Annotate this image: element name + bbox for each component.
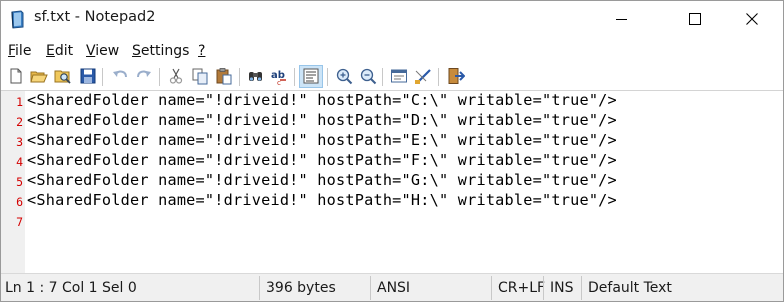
new-file-icon[interactable] (7, 67, 25, 85)
menu-edit[interactable]: Edit (46, 43, 73, 59)
status-separator (370, 276, 371, 300)
menu-view-accelerator: V (86, 43, 96, 59)
line-number: 6 (16, 195, 23, 209)
undo-icon[interactable] (111, 67, 129, 85)
code-line[interactable]: <SharedFolder name="!driveid!" hostPath=… (27, 171, 617, 189)
save-icon[interactable] (79, 67, 97, 85)
word-wrap-icon[interactable] (302, 67, 320, 85)
svg-text:c: c (277, 79, 281, 85)
maximize-icon (689, 13, 701, 25)
zoom-in-icon[interactable] (335, 67, 353, 85)
line-number: 2 (16, 115, 23, 129)
menu-file-label: ile (15, 43, 32, 59)
line-number-gutter: 1 2 3 4 5 6 7 (1, 91, 25, 273)
status-separator (491, 276, 492, 300)
window-title: sf.txt - Notepad2 (34, 9, 156, 25)
title-bar[interactable]: sf.txt - Notepad2 (1, 1, 783, 38)
status-file-size: 396 bytes (266, 280, 336, 296)
toolbar-separator (159, 68, 160, 86)
close-icon (746, 13, 758, 25)
exit-icon[interactable] (447, 67, 465, 85)
find-icon[interactable] (247, 67, 265, 85)
toolbar-separator (294, 68, 295, 86)
line-number: 1 (16, 95, 23, 109)
menu-settings-accelerator: S (132, 43, 141, 59)
minimize-icon (616, 19, 627, 20)
code-line[interactable]: <SharedFolder name="!driveid!" hostPath=… (27, 91, 617, 109)
code-line[interactable]: <SharedFolder name="!driveid!" hostPath=… (27, 111, 617, 129)
menu-help-accelerator: ? (198, 43, 206, 59)
maximize-button[interactable] (672, 1, 718, 38)
status-scheme[interactable]: Default Text (588, 280, 672, 296)
toolbar-separator (102, 68, 103, 86)
status-line-ending[interactable]: CR+LF (498, 280, 545, 296)
toolbar: ab c (1, 64, 783, 90)
customize-scheme-icon[interactable] (414, 67, 432, 85)
menu-file-accelerator: F (8, 43, 16, 59)
menu-edit-label: dit (54, 43, 74, 59)
menu-settings-label: ettings (140, 43, 190, 59)
line-number: 7 (16, 215, 23, 229)
code-line[interactable]: <SharedFolder name="!driveid!" hostPath=… (27, 131, 617, 149)
status-separator (543, 276, 544, 300)
editor-area[interactable]: 1 2 3 4 5 6 7 <SharedFolder name="!drive… (1, 90, 783, 273)
minimize-button[interactable] (599, 1, 645, 38)
browse-icon[interactable] (54, 67, 72, 85)
menu-edit-accelerator: E (46, 43, 55, 59)
status-separator (581, 276, 582, 300)
status-bar: Ln 1 : 7 Col 1 Sel 0 396 bytes ANSI CR+L… (1, 273, 783, 301)
menu-settings[interactable]: Settings (132, 43, 189, 59)
notepad-app-icon (11, 10, 24, 29)
status-encoding[interactable]: ANSI (377, 280, 410, 296)
menu-file[interactable]: File (8, 43, 31, 59)
copy-icon[interactable] (191, 67, 209, 85)
code-line[interactable]: <SharedFolder name="!driveid!" hostPath=… (27, 151, 617, 169)
scheme-icon[interactable] (390, 67, 408, 85)
menu-bar: File Edit View Settings ? (1, 39, 783, 63)
status-insert-mode[interactable]: INS (550, 280, 574, 296)
toolbar-separator (327, 68, 328, 86)
close-button[interactable] (729, 1, 775, 38)
toolbar-separator (239, 68, 240, 86)
toolbar-separator (382, 68, 383, 86)
notepad2-window: sf.txt - Notepad2 File Edit View Setting… (0, 0, 784, 302)
menu-help[interactable]: ? (198, 43, 205, 59)
menu-view-label: iew (95, 43, 120, 59)
redo-icon[interactable] (135, 67, 153, 85)
paste-icon[interactable] (215, 67, 233, 85)
open-file-icon[interactable] (30, 67, 48, 85)
status-position: Ln 1 : 7 Col 1 Sel 0 (5, 280, 137, 296)
line-number: 5 (16, 175, 23, 189)
menu-view[interactable]: View (86, 43, 119, 59)
cut-icon[interactable] (167, 67, 185, 85)
toolbar-separator (438, 68, 439, 86)
line-number: 4 (16, 155, 23, 169)
status-separator (259, 276, 260, 300)
code-line[interactable]: <SharedFolder name="!driveid!" hostPath=… (27, 191, 617, 209)
line-number: 3 (16, 135, 23, 149)
replace-icon[interactable]: abc (271, 67, 289, 85)
zoom-out-icon[interactable] (359, 67, 377, 85)
